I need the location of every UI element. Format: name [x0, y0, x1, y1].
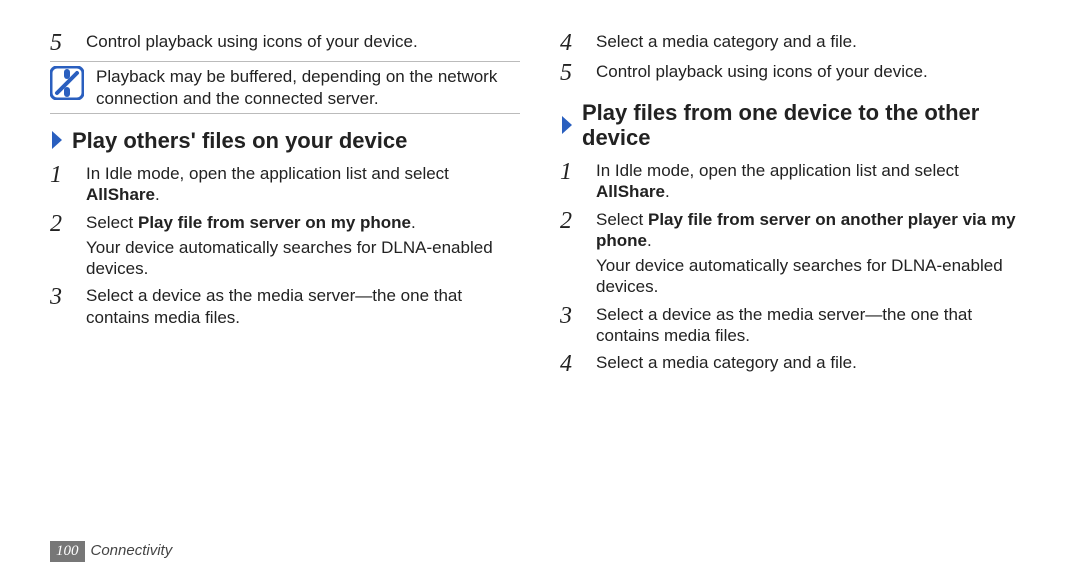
text-bold: Play file from server on my phone — [138, 213, 411, 232]
step-text: Select Play file from server on another … — [596, 209, 1030, 298]
step-number: 4 — [560, 31, 572, 55]
step-item: 4 Select a media category and a file. — [560, 31, 1030, 55]
step-text: In Idle mode, open the application list … — [596, 160, 1030, 203]
text-fragment: . — [665, 182, 670, 201]
step-item: 2 Select Play file from server on anothe… — [560, 209, 1030, 298]
step-item: 3 Select a device as the media server—th… — [560, 304, 1030, 347]
step-text: Select Play file from server on my phone… — [86, 212, 520, 280]
step-text: Select a media category and a file. — [596, 31, 1030, 55]
step-item: 5 Control playback using icons of your d… — [560, 61, 1030, 85]
chevron-right-icon — [50, 129, 64, 151]
step-text: Control playback using icons of your dev… — [86, 31, 520, 55]
section-title: Play files from one device to the other … — [582, 100, 1030, 151]
step-number: 3 — [560, 304, 572, 328]
step-item: 3 Select a device as the media server—th… — [50, 285, 520, 328]
page-content: 5 Control playback using icons of your d… — [0, 0, 1080, 382]
text-sub: Your device automatically searches for D… — [596, 255, 1030, 298]
page-footer: 100 Connectivity — [50, 541, 172, 562]
note-text: Playback may be buffered, depending on t… — [96, 66, 520, 109]
text-fragment: Select — [86, 213, 138, 232]
text-sub: Your device automatically searches for D… — [86, 237, 520, 280]
step-number: 1 — [50, 163, 62, 187]
text-fragment: . — [411, 213, 416, 232]
footer-section-name: Connectivity — [91, 542, 173, 561]
step-item: 4 Select a media category and a file. — [560, 352, 1030, 376]
step-number: 2 — [50, 212, 62, 236]
step-number: 1 — [560, 160, 572, 184]
step-number: 3 — [50, 285, 62, 309]
section-heading: Play files from one device to the other … — [560, 100, 1030, 151]
text-bold: AllShare — [86, 185, 155, 204]
step-item: 5 Control playback using icons of your d… — [50, 31, 520, 55]
text-fragment: In Idle mode, open the application list … — [86, 164, 449, 183]
step-text: In Idle mode, open the application list … — [86, 163, 520, 206]
section-title: Play others' files on your device — [72, 128, 407, 153]
section-heading: Play others' files on your device — [50, 128, 520, 153]
step-item: 1 In Idle mode, open the application lis… — [50, 163, 520, 206]
section-play-others: Play others' files on your device 1 In I… — [50, 128, 520, 328]
step-item: 1 In Idle mode, open the application lis… — [560, 160, 1030, 203]
step-number: 5 — [560, 61, 572, 85]
text-fragment: . — [155, 185, 160, 204]
note-box: Playback may be buffered, depending on t… — [50, 61, 520, 114]
text-fragment: In Idle mode, open the application list … — [596, 161, 959, 180]
left-column: 5 Control playback using icons of your d… — [50, 25, 520, 382]
step-text: Select a media category and a file. — [596, 352, 1030, 376]
step-text: Control playback using icons of your dev… — [596, 61, 1030, 85]
step-number: 4 — [560, 352, 572, 376]
chevron-right-icon — [560, 114, 574, 136]
step-text: Select a device as the media server—the … — [596, 304, 1030, 347]
text-fragment: . — [647, 231, 652, 250]
text-bold: Play file from server on another player … — [596, 210, 1016, 250]
text-fragment: Select — [596, 210, 648, 229]
page-number: 100 — [50, 541, 85, 562]
text-bold: AllShare — [596, 182, 665, 201]
note-icon — [50, 66, 86, 109]
step-number: 2 — [560, 209, 572, 233]
section-play-one-to-other: Play files from one device to the other … — [560, 100, 1030, 377]
right-column: 4 Select a media category and a file. 5 … — [560, 25, 1030, 382]
step-item: 2 Select Play file from server on my pho… — [50, 212, 520, 280]
step-number: 5 — [50, 31, 62, 55]
step-text: Select a device as the media server—the … — [86, 285, 520, 328]
